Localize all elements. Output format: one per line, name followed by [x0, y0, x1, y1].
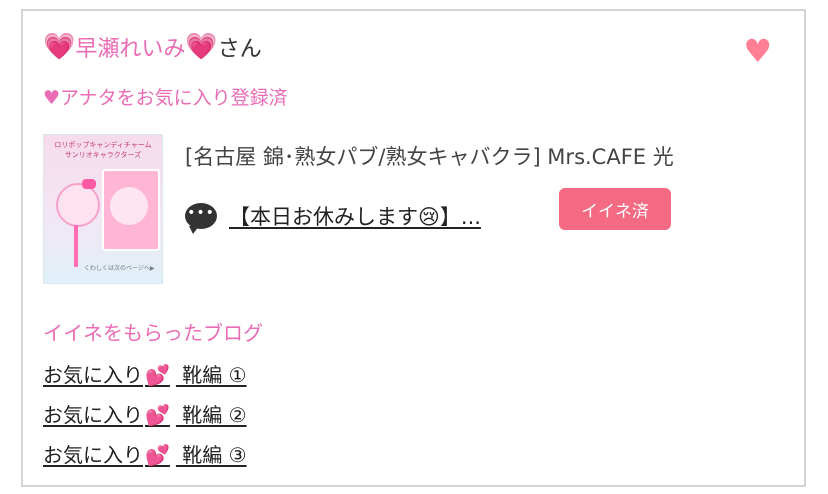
favorite-heart-icon[interactable]: ♥	[743, 35, 772, 67]
liked-blog-link[interactable]: お気に入り 💕 靴編 ③	[43, 439, 247, 468]
charm-stick-image	[74, 225, 78, 267]
honorific-suffix: さん	[217, 37, 262, 62]
liked-blog-link-text[interactable]: お気に入り 💕 靴編 ①	[43, 359, 247, 388]
profile-header: 💗 早瀬れいみ 💗 さん	[43, 31, 262, 63]
heart-emoji-icon: 💗	[185, 32, 218, 62]
package-character-image	[110, 187, 148, 225]
two-hearts-icon: 💕	[145, 363, 170, 387]
liked-blog-link[interactable]: お気に入り 💕 靴編 ②	[43, 399, 247, 428]
liked-blog-link[interactable]: お気に入り 💕 靴編 ①	[43, 359, 247, 388]
kitty-charm-image	[56, 183, 100, 227]
post-thumbnail[interactable]: ロリポップキャンディチャーム サンリオキャラクターズ くわしくは次のページへ▶	[43, 134, 163, 284]
latest-post: ••• 【本日お休みします😢】...	[185, 201, 481, 234]
speech-bubble-icon: •••	[185, 203, 217, 234]
liked-blog-link-text[interactable]: お気に入り 💕 靴編 ②	[43, 399, 247, 428]
profile-name[interactable]: 早瀬れいみ	[75, 31, 185, 63]
liked-blog-link-text[interactable]: お気に入り 💕 靴編 ③	[43, 439, 247, 468]
thumbnail-footer: くわしくは次のページへ▶	[84, 265, 155, 272]
heart-emoji-icon: 💗	[43, 32, 76, 62]
favorite-registered-status: ♥アナタをお気に入り登録済	[43, 87, 288, 109]
profile-card: 💗 早瀬れいみ 💗 さん ♥ ♥アナタをお気に入り登録済 ロリポップキャンディチ…	[21, 9, 806, 487]
two-hearts-icon: 💕	[145, 443, 170, 467]
liked-badge-button[interactable]: イイネ済	[559, 188, 671, 230]
bow-image	[82, 179, 96, 189]
shop-label: [名古屋 錦･熟女パブ/熟女キャバクラ] Mrs.CAFE 光	[185, 145, 674, 169]
two-hearts-icon: 💕	[145, 403, 170, 427]
latest-post-link[interactable]: 【本日お休みします😢】...	[229, 201, 481, 231]
thumbnail-caption: ロリポップキャンディチャーム サンリオキャラクターズ	[54, 141, 152, 159]
liked-blogs-heading: イイネをもらったブログ	[43, 321, 263, 345]
